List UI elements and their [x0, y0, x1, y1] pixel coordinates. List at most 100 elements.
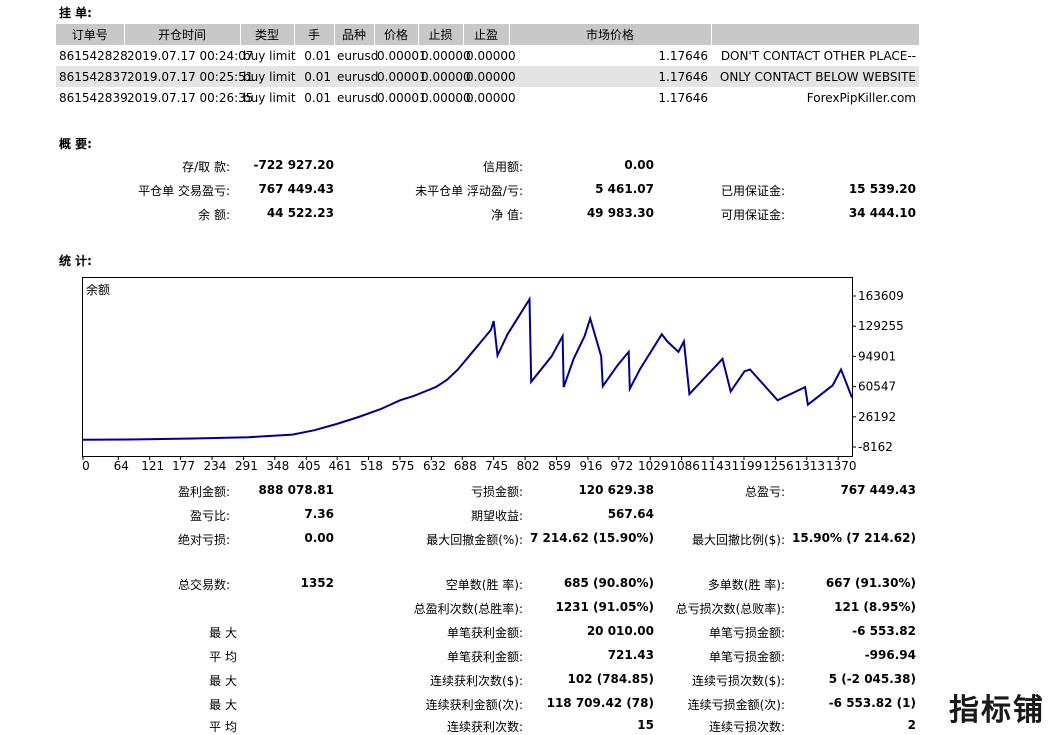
max-consec-losses-label: 连续亏损次数($):	[691, 674, 785, 688]
profit-factor-label: 盈亏比:	[189, 509, 230, 523]
lots: 0.01	[294, 66, 334, 87]
profit-trades-value: 1231 (91.05%)	[555, 600, 654, 614]
lots: 0.01	[304, 90, 331, 105]
x-tick-label: 1370	[826, 459, 857, 473]
price: 0.00001	[377, 48, 427, 63]
order-type: buy limit	[240, 66, 296, 87]
total-trades-label: 总交易数:	[177, 578, 230, 592]
balance-label: 余 额:	[198, 208, 230, 222]
gross-loss-value: 120 629.38	[578, 483, 654, 497]
col-market-price[interactable]: 市场价格	[509, 24, 712, 45]
closed-pl-value: 767 449.43	[258, 182, 334, 196]
x-tick-label: 348	[266, 459, 289, 473]
market-price: 1.17646	[509, 66, 711, 87]
free-margin-value: 34 444.10	[848, 206, 916, 220]
x-tick-label: 688	[454, 459, 477, 473]
x-tick-label: 405	[298, 459, 321, 473]
col-lots[interactable]: 手	[294, 24, 335, 45]
stop-loss: 0.00000	[421, 90, 471, 105]
floating-pl-label: 未平仓单 浮动盈/亏:	[415, 184, 523, 198]
long-label: 多单数(胜 率):	[707, 578, 785, 592]
col-price[interactable]: 价格	[374, 24, 419, 45]
x-tick-label: 1199	[732, 459, 763, 473]
equity-value: 49 983.30	[586, 206, 654, 220]
total-pl-label: 总盈亏:	[744, 485, 785, 499]
col-sl[interactable]: 止损	[418, 24, 464, 45]
col-order-id[interactable]: 订单号	[56, 24, 125, 45]
largest-profit-label: 单笔获利金额:	[446, 626, 523, 640]
orders-table: 订单号 开仓时间 类型 手 品种 价格 止损 止盈 市场价格 861542828…	[56, 24, 920, 108]
avg-consec-wins-label: 连续获利次数:	[446, 720, 523, 734]
average-label: 平 均	[209, 650, 237, 664]
y-tick-label: 60547	[858, 380, 896, 394]
take-profit: 0.00000	[466, 90, 516, 105]
x-tick-label: 121	[141, 459, 164, 473]
col-tp[interactable]: 止盈	[463, 24, 510, 45]
avg-consec-losses-label: 连续亏损次数:	[708, 720, 785, 734]
gross-loss-label: 亏损金额:	[470, 485, 523, 499]
lots: 0.01	[304, 48, 331, 63]
expected-payoff-value: 567.64	[607, 507, 654, 521]
max-consec-profit-value: 118 709.42 (78)	[546, 696, 654, 710]
comment: ONLY CONTACT BELOW WEBSITE	[711, 66, 919, 87]
max-drawdown-value: 7 214.62 (15.90%)	[530, 531, 654, 545]
profit-factor-value: 7.36	[304, 507, 334, 521]
stop-loss: 0.00000	[421, 48, 471, 63]
x-tick-label: 177	[172, 459, 195, 473]
symbol: eurusd	[334, 66, 378, 87]
y-tick-label: 163609	[858, 289, 904, 303]
balance-value: 44 522.23	[266, 206, 334, 220]
take-profit: 0.00000	[463, 66, 516, 87]
table-row[interactable]: 861542828 2019.07.17 00:24:07 buy limit …	[56, 45, 919, 66]
x-tick-label: 575	[392, 459, 415, 473]
y-tick-label: 94901	[858, 349, 896, 363]
profit-trades-label: 总盈利次数(总胜率):	[413, 602, 523, 616]
order-id: 861542837	[56, 66, 128, 87]
margin-value: 15 539.20	[848, 182, 916, 196]
x-tick-label: 291	[235, 459, 258, 473]
col-symbol[interactable]: 品种	[334, 24, 375, 45]
chart-title: 余额	[86, 283, 111, 297]
order-type: buy limit	[243, 90, 296, 105]
max-consec-loss-label: 连续亏损金额(次):	[687, 698, 785, 712]
x-tick-label: 1313	[795, 459, 826, 473]
x-tick-label: 632	[423, 459, 446, 473]
y-tick-label: 129255	[858, 319, 904, 333]
largest-loss-label: 单笔亏损金额:	[708, 626, 785, 640]
largest-profit-value: 20 010.00	[586, 624, 654, 638]
orders-section-title: 挂 单:	[59, 6, 92, 20]
equity-label: 净 值:	[491, 208, 523, 222]
gross-profit-label: 盈利金额:	[177, 485, 230, 499]
avg-profit-label: 单笔获利金额:	[446, 650, 523, 664]
x-tick-label: 916	[579, 459, 602, 473]
floating-pl-value: 5 461.07	[595, 182, 654, 196]
max-drawdown-label: 最大回撤金额(%):	[426, 533, 523, 547]
symbol: eurusd	[337, 90, 379, 105]
table-row[interactable]: 861542837 2019.07.17 00:25:51 buy limit …	[56, 66, 919, 87]
x-tick-label: 234	[204, 459, 227, 473]
avg-profit-value: 721.43	[607, 648, 654, 662]
max-label: 最 大	[209, 698, 237, 712]
x-tick-label: 1029	[638, 459, 669, 473]
price: 0.00001	[377, 90, 427, 105]
x-tick-label: 0	[82, 459, 90, 473]
comment: DON'T CONTACT OTHER PLACE--	[720, 48, 916, 63]
short-value: 685 (90.80%)	[563, 576, 654, 590]
table-row[interactable]: 861542839 2019.07.17 00:26:35 buy limit …	[56, 87, 919, 108]
max-consec-profit-label: 连续获利金额(次):	[425, 698, 523, 712]
order-id: 861542839	[59, 90, 128, 105]
avg-loss-value: -996.94	[864, 648, 916, 662]
max-consec-wins-value: 102 (784.85)	[567, 672, 654, 686]
open-time: 2019.07.17 00:25:51	[124, 66, 253, 87]
x-tick-label: 461	[329, 459, 352, 473]
x-tick-label: 802	[517, 459, 540, 473]
max-consec-losses-value: 5 (-2 045.38)	[828, 672, 916, 686]
col-open-time[interactable]: 开仓时间	[124, 24, 241, 45]
order-id: 861542828	[59, 48, 128, 63]
open-time: 2019.07.17 00:24:07	[127, 48, 254, 63]
market-price: 1.17646	[658, 90, 708, 105]
col-comment[interactable]	[711, 24, 920, 45]
rel-drawdown-value: 15.90% (7 214.62)	[792, 531, 916, 545]
col-type[interactable]: 类型	[240, 24, 295, 45]
watermark-logo: 指标铺	[949, 693, 1045, 728]
